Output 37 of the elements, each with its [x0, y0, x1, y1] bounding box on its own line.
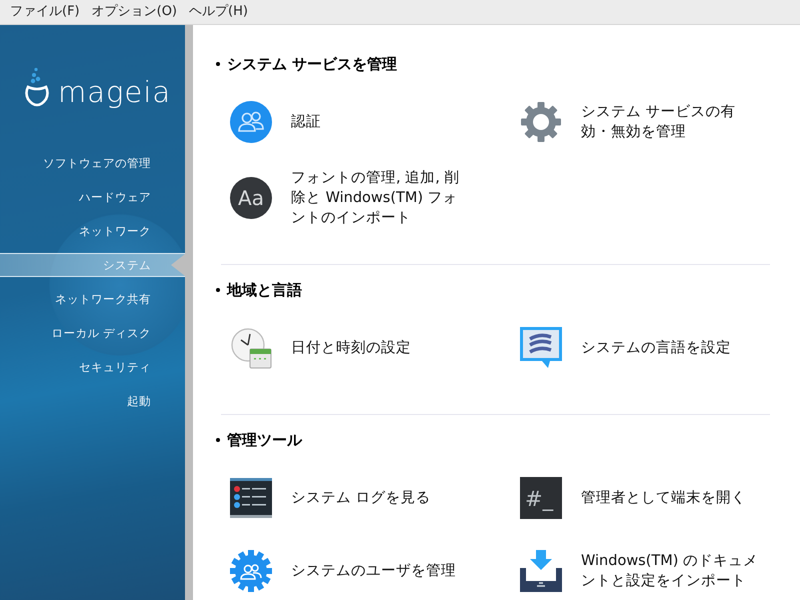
logo-icon — [24, 67, 50, 107]
launcher-item[interactable]: 認証 — [230, 84, 520, 160]
inbox-download-icon — [520, 550, 562, 592]
sidebar-item[interactable]: ネットワーク — [0, 219, 186, 243]
speech-bubble-icon — [520, 327, 562, 369]
bullet-icon — [216, 288, 220, 292]
sidebar-item[interactable]: 起動 — [0, 389, 186, 413]
launcher-item[interactable]: システム ログを見る — [230, 460, 520, 536]
bullet-icon — [216, 438, 220, 442]
launcher-item[interactable]: システムのユーザを管理 — [230, 536, 520, 600]
sidebar-item[interactable]: セキュリティ — [0, 355, 186, 379]
launcher-item[interactable]: Aa フォントの管理, 追加, 削除と Windows(TM) フォントのインポート — [230, 160, 520, 236]
sidebar-item[interactable]: ネットワーク共有 — [0, 287, 186, 311]
launcher-item[interactable]: システムの言語を設定 — [520, 310, 770, 386]
section-heading: 管理ツール — [227, 431, 302, 449]
launcher-item[interactable]: 日付と時刻の設定 — [230, 310, 520, 386]
user-gear-icon — [230, 550, 272, 592]
splitter-bar[interactable] — [185, 25, 193, 600]
menu-item[interactable]: オプション(O) — [86, 0, 184, 25]
sidebar-item[interactable]: ハードウェア — [0, 185, 186, 209]
menu-item[interactable]: ファイル(F) — [4, 0, 86, 25]
bullet-icon — [216, 62, 220, 66]
font-icon: Aa — [230, 177, 272, 219]
clock-calendar-icon — [230, 327, 272, 369]
section-heading: システム サービスを管理 — [227, 55, 398, 73]
user-group-icon — [230, 101, 272, 143]
launcher-item[interactable]: システム サービスの有効・無効を管理 — [520, 84, 770, 160]
sidebar-item[interactable]: ソフトウェアの管理 — [0, 151, 186, 175]
section-heading: 地域と言語 — [227, 281, 302, 299]
menu-item[interactable]: ヘルプ(H) — [183, 0, 254, 25]
sidebar-item[interactable]: ローカル ディスク — [0, 321, 186, 345]
launcher-item[interactable]: Windows(TM) のドキュメントと設定をインポート — [520, 536, 770, 600]
logo-text: mageia — [58, 78, 172, 107]
gear-icon — [520, 101, 562, 143]
log-window-icon — [230, 477, 272, 519]
terminal-icon: #_ — [520, 477, 562, 519]
launcher-item[interactable]: #_ 管理者として端末を開く — [520, 460, 770, 536]
